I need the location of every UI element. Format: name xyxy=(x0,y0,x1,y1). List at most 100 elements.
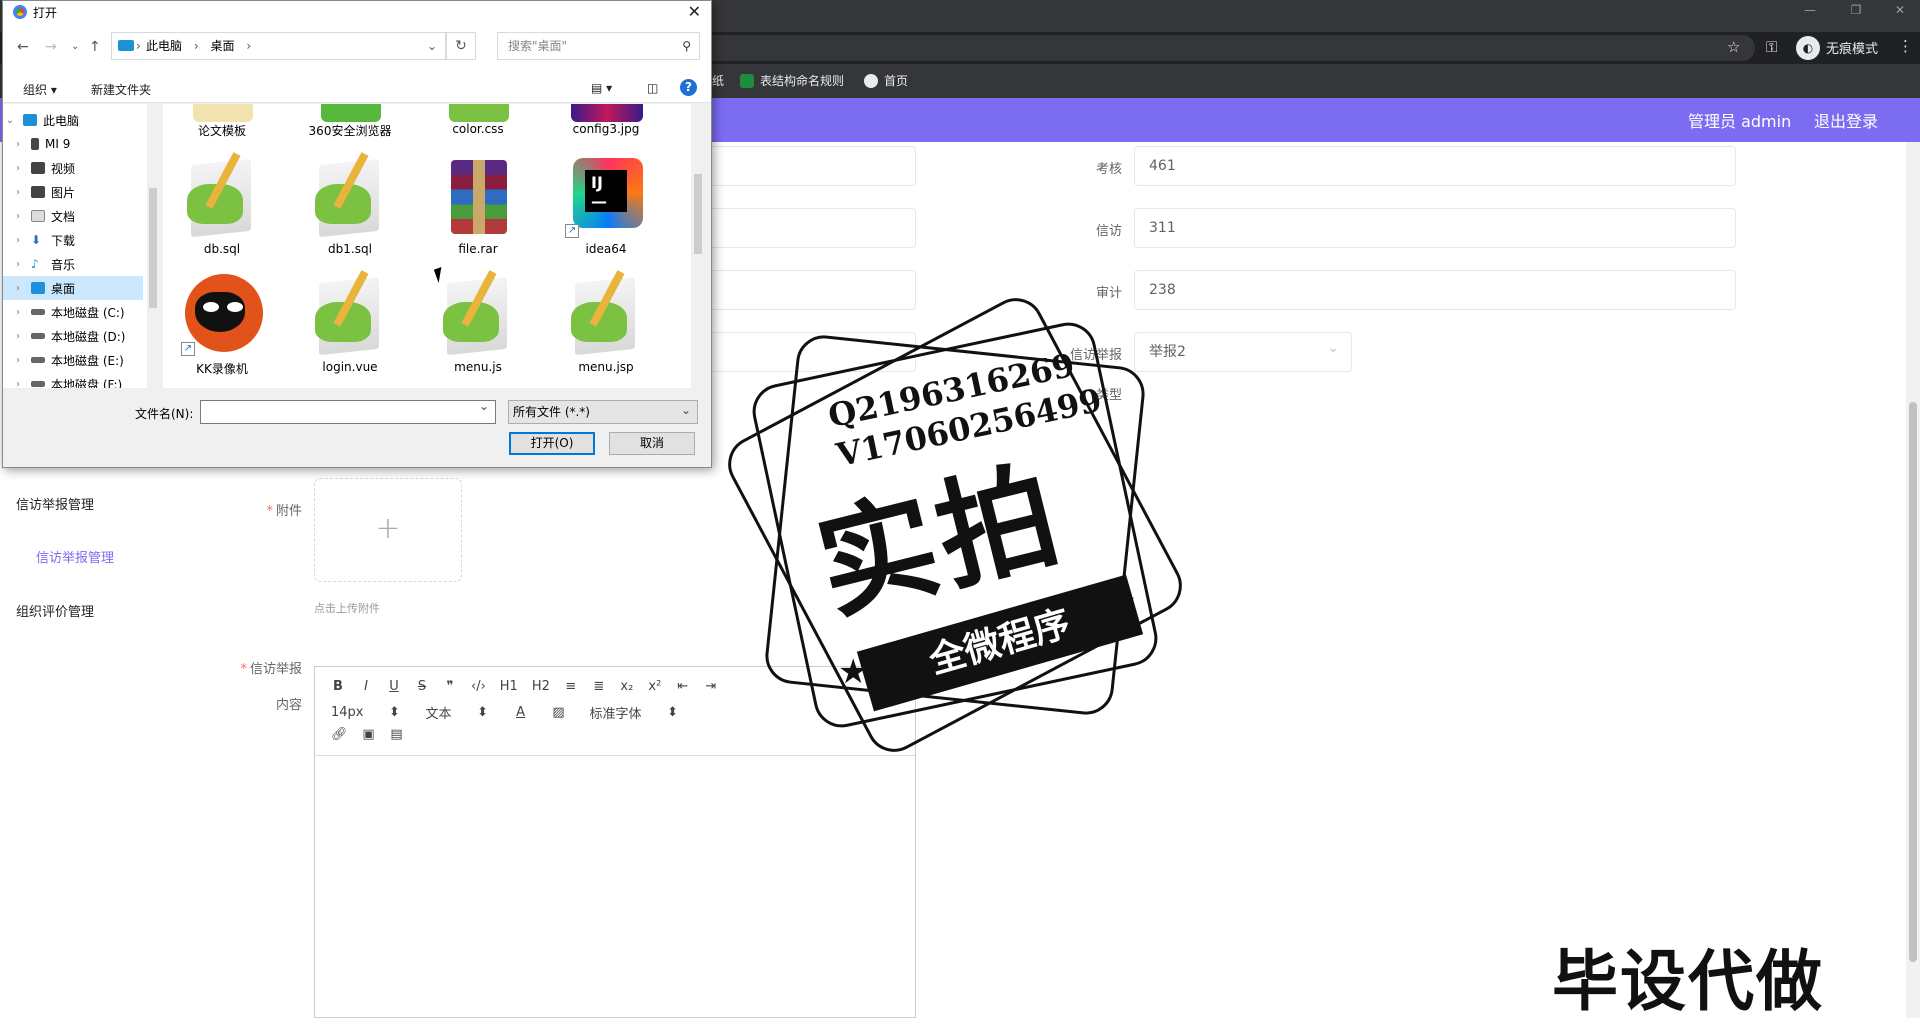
download-arrow-icon: ⬇ xyxy=(31,233,42,247)
bookmark-item[interactable]: 纸 xyxy=(712,72,724,89)
address-dropdown-icon[interactable]: ⌄ xyxy=(427,33,437,59)
shortcut-arrow-icon: ↗ xyxy=(181,342,195,356)
chevron-right-icon: › xyxy=(16,234,20,246)
recent-dropdown-icon[interactable]: ⌄ xyxy=(71,41,79,52)
files-scrollbar-thumb[interactable] xyxy=(694,174,702,254)
file-item[interactable]: login.vue xyxy=(291,270,409,374)
restore-icon[interactable]: ❐ xyxy=(1836,0,1876,20)
refresh-icon[interactable]: ↻ xyxy=(446,32,476,60)
tree-item-mi9[interactable]: › MI 9 xyxy=(3,132,143,156)
tree-item-downloads[interactable]: › ⬇ 下载 xyxy=(3,228,143,252)
h2-button[interactable]: H2 xyxy=(532,679,550,694)
text-type-select[interactable]: 文本 xyxy=(426,703,452,722)
file-item[interactable]: 360安全浏览器 xyxy=(291,104,409,139)
filetype-select[interactable]: 所有文件 (*.*) xyxy=(508,399,698,424)
files-scrollbar[interactable] xyxy=(691,104,705,388)
link-icon[interactable]: 🔗︎ xyxy=(331,727,348,742)
file-item[interactable]: IJ — ↗ idea64 xyxy=(547,154,665,256)
filename-input[interactable] xyxy=(200,399,496,424)
image-icon[interactable]: ▣ xyxy=(362,727,376,742)
incognito-icon[interactable]: ◐ xyxy=(1796,36,1820,60)
tree-item-documents[interactable]: › 文档 xyxy=(3,204,143,228)
indent-button[interactable]: ⇥ xyxy=(704,679,718,694)
chevron-right-icon: › xyxy=(16,354,20,366)
up-icon[interactable]: ↑ xyxy=(89,39,101,55)
sidebar-subitem-complaint[interactable]: 信访举报管理 xyxy=(36,547,114,566)
view-options-icon[interactable]: ▤ ▾ xyxy=(591,81,612,95)
quote-button[interactable]: ❞ xyxy=(443,679,457,694)
cancel-button[interactable]: 取消 xyxy=(609,432,695,455)
xinfang-input[interactable]: 311 xyxy=(1134,208,1736,248)
page-scrollbar-thumb[interactable] xyxy=(1909,402,1917,962)
italic-button[interactable]: I xyxy=(359,679,373,694)
bg-color-icon[interactable]: ▨ xyxy=(552,705,566,720)
bookmark-item[interactable]: 表结构命名规则 xyxy=(740,72,844,89)
notepadpp-icon xyxy=(309,270,391,356)
file-item[interactable]: color.css xyxy=(419,104,537,136)
left-input-2[interactable] xyxy=(700,208,916,248)
kaohe-input[interactable]: 461 xyxy=(1134,146,1736,186)
dialog-address-bar[interactable]: › 此电脑 › 桌面 › ⌄ xyxy=(111,32,446,60)
outdent-button[interactable]: ⇤ xyxy=(676,679,690,694)
tree-scrollbar[interactable] xyxy=(147,104,159,388)
left-input-1[interactable] xyxy=(700,146,916,186)
window-close-icon[interactable]: ✕ xyxy=(1880,0,1920,20)
code-button[interactable]: ‹/› xyxy=(471,679,486,694)
menu-kebab-icon[interactable]: ⋮ xyxy=(1898,37,1913,55)
ordered-list-button[interactable]: ≡ xyxy=(564,679,578,694)
open-button[interactable]: 打开(O) xyxy=(509,432,595,455)
subscript-button[interactable]: x₂ xyxy=(620,679,634,694)
logout-link[interactable]: 退出登录 xyxy=(1814,108,1878,132)
close-icon[interactable]: ✕ xyxy=(688,2,701,21)
h1-button[interactable]: H1 xyxy=(500,679,518,694)
file-item[interactable]: db.sql xyxy=(163,152,281,256)
upload-box[interactable]: + xyxy=(314,478,462,582)
new-folder-button[interactable]: 新建文件夹 xyxy=(91,81,151,98)
address-bar[interactable] xyxy=(700,35,1755,61)
tree-item-drive-c[interactable]: › 本地磁盘 (C:) xyxy=(3,300,143,324)
file-item[interactable]: ↗ KK录像机 xyxy=(163,272,281,377)
file-item[interactable]: menu.jsp xyxy=(547,270,665,374)
font-size-select[interactable]: 14px xyxy=(331,705,364,720)
tree-item-drive-d[interactable]: › 本地磁盘 (D:) xyxy=(3,324,143,348)
underline-button[interactable]: U xyxy=(387,679,401,694)
font-family-select[interactable]: 标准字体 xyxy=(590,703,642,722)
font-color-icon[interactable]: A xyxy=(514,705,528,720)
tree-item-pc[interactable]: ⌄ 此电脑 xyxy=(3,108,143,132)
strike-button[interactable]: S xyxy=(415,679,429,694)
bookmark-item[interactable]: 首页 xyxy=(864,72,908,89)
file-item[interactable]: db1.sql xyxy=(291,152,409,256)
intellij-icon: IJ — ↗ xyxy=(565,154,647,238)
shenji-input[interactable]: 238 xyxy=(1134,270,1736,310)
sidebar-item-org-eval[interactable]: 组织评价管理 xyxy=(16,601,94,620)
help-icon[interactable]: ? xyxy=(680,79,697,96)
bold-button[interactable]: B xyxy=(331,679,345,694)
watermark-bottom-right: 毕设代做 xyxy=(1552,943,1824,1020)
forward-icon[interactable]: → xyxy=(45,39,57,55)
dialog-search-input[interactable]: 搜索"桌面" ⚲ xyxy=(497,32,700,60)
tree-item-videos[interactable]: › 视频 xyxy=(3,156,143,180)
tree-item-desktop[interactable]: › 桌面 xyxy=(3,276,143,300)
video-icon[interactable]: ▤ xyxy=(390,727,404,742)
file-item[interactable]: file.rar xyxy=(419,154,537,256)
tree-item-drive-e[interactable]: › 本地磁盘 (E:) xyxy=(3,348,143,372)
page-scrollbar[interactable] xyxy=(1906,142,1920,1018)
breadcrumb-pc[interactable]: 此电脑 xyxy=(146,39,182,53)
bookmark-star-icon[interactable]: ☆ xyxy=(1727,38,1740,56)
tree-item-pictures[interactable]: › 图片 xyxy=(3,180,143,204)
tree-item-music[interactable]: › ♪ 音乐 xyxy=(3,252,143,276)
breadcrumb-desktop[interactable]: 桌面 xyxy=(210,39,234,53)
organize-button[interactable]: 组织 ▾ xyxy=(23,81,57,98)
tree-item-drive-f[interactable]: › 本地磁盘 (F:) xyxy=(3,372,143,389)
file-item[interactable]: 论文模板 xyxy=(163,104,281,139)
preview-pane-icon[interactable]: ◫ xyxy=(647,81,658,95)
minimize-icon[interactable]: — xyxy=(1790,0,1830,20)
sidebar-item-complaint[interactable]: 信访举报管理 xyxy=(16,494,94,513)
file-item[interactable]: menu.js xyxy=(419,270,537,374)
back-icon[interactable]: ← xyxy=(17,39,29,55)
superscript-button[interactable]: x² xyxy=(648,679,662,694)
file-item[interactable]: config3.jpg xyxy=(547,104,665,136)
tree-scrollbar-thumb[interactable] xyxy=(149,188,157,308)
key-icon[interactable]: ⚿ xyxy=(1766,38,1777,56)
bullet-list-button[interactable]: ≣ xyxy=(592,679,606,694)
